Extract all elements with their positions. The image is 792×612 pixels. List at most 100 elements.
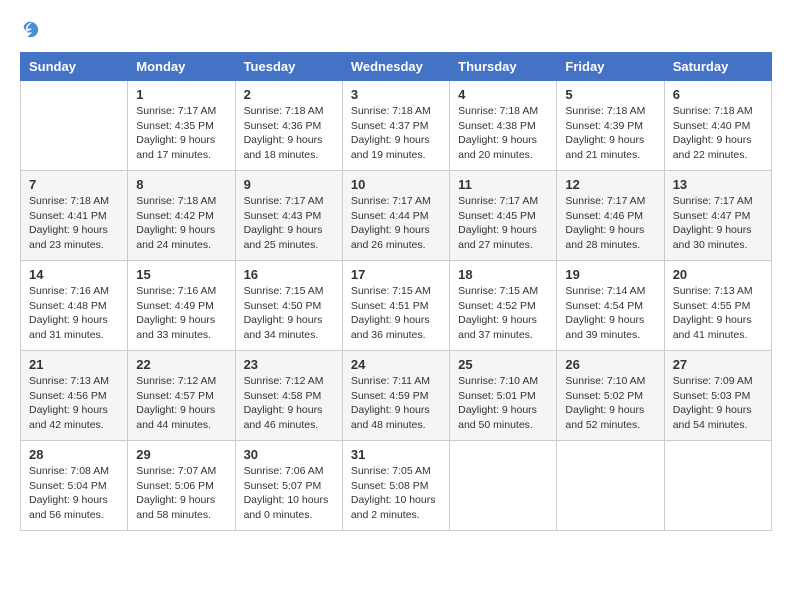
- day-number: 5: [565, 87, 655, 102]
- day-detail: Sunrise: 7:15 AM Sunset: 4:52 PM Dayligh…: [458, 284, 548, 343]
- header-row: SundayMondayTuesdayWednesdayThursdayFrid…: [21, 53, 772, 81]
- day-cell: 6 Sunrise: 7:18 AM Sunset: 4:40 PM Daylig…: [664, 81, 771, 171]
- day-cell: 12Sunrise: 7:17 AM Sunset: 4:46 PM Dayli…: [557, 171, 664, 261]
- day-cell: 7 Sunrise: 7:18 AM Sunset: 4:41 PM Daylig…: [21, 171, 128, 261]
- day-detail: Sunrise: 7:18 AM Sunset: 4:39 PM Dayligh…: [565, 104, 655, 163]
- day-detail: Sunrise: 7:11 AM Sunset: 4:59 PM Dayligh…: [351, 374, 441, 433]
- day-detail: Sunrise: 7:10 AM Sunset: 5:01 PM Dayligh…: [458, 374, 548, 433]
- week-row-1: 1 Sunrise: 7:17 AM Sunset: 4:35 PM Daylig…: [21, 81, 772, 171]
- day-cell: 2 Sunrise: 7:18 AM Sunset: 4:36 PM Daylig…: [235, 81, 342, 171]
- day-number: 21: [29, 357, 119, 372]
- day-cell: 28Sunrise: 7:08 AM Sunset: 5:04 PM Dayli…: [21, 441, 128, 531]
- day-detail: Sunrise: 7:17 AM Sunset: 4:45 PM Dayligh…: [458, 194, 548, 253]
- day-cell: [450, 441, 557, 531]
- day-cell: [21, 81, 128, 171]
- day-cell: 3Sunrise: 7:18 AM Sunset: 4:37 PM Daylig…: [342, 81, 449, 171]
- week-row-2: 7 Sunrise: 7:18 AM Sunset: 4:41 PM Daylig…: [21, 171, 772, 261]
- day-detail: Sunrise: 7:06 AM Sunset: 5:07 PM Dayligh…: [244, 464, 334, 523]
- day-cell: 17Sunrise: 7:15 AM Sunset: 4:51 PM Dayli…: [342, 261, 449, 351]
- day-cell: 21 Sunrise: 7:13 AM Sunset: 4:56 PM Dayli…: [21, 351, 128, 441]
- day-detail: Sunrise: 7:13 AM Sunset: 4:55 PM Dayligh…: [673, 284, 763, 343]
- day-number: 6: [673, 87, 763, 102]
- day-number: 23: [244, 357, 334, 372]
- day-detail: Sunrise: 7:17 AM Sunset: 4:43 PM Dayligh…: [244, 194, 334, 253]
- day-detail: Sunrise: 7:07 AM Sunset: 5:06 PM Dayligh…: [136, 464, 226, 523]
- day-number: 7: [29, 177, 119, 192]
- day-detail: Sunrise: 7:17 AM Sunset: 4:44 PM Dayligh…: [351, 194, 441, 253]
- day-cell: 24 Sunrise: 7:11 AM Sunset: 4:59 PM Dayli…: [342, 351, 449, 441]
- day-number: 24: [351, 357, 441, 372]
- week-row-4: 21 Sunrise: 7:13 AM Sunset: 4:56 PM Dayli…: [21, 351, 772, 441]
- day-number: 22: [136, 357, 226, 372]
- day-number: 10: [351, 177, 441, 192]
- calendar-table: SundayMondayTuesdayWednesdayThursdayFrid…: [20, 52, 772, 531]
- day-detail: Sunrise: 7:18 AM Sunset: 4:41 PM Dayligh…: [29, 194, 119, 253]
- day-number: 9: [244, 177, 334, 192]
- day-detail: Sunrise: 7:16 AM Sunset: 4:48 PM Dayligh…: [29, 284, 119, 343]
- day-cell: 5 Sunrise: 7:18 AM Sunset: 4:39 PM Daylig…: [557, 81, 664, 171]
- day-number: 2: [244, 87, 334, 102]
- day-number: 31: [351, 447, 441, 462]
- day-detail: Sunrise: 7:16 AM Sunset: 4:49 PM Dayligh…: [136, 284, 226, 343]
- day-cell: 11 Sunrise: 7:17 AM Sunset: 4:45 PM Dayli…: [450, 171, 557, 261]
- day-detail: Sunrise: 7:18 AM Sunset: 4:38 PM Dayligh…: [458, 104, 548, 163]
- day-cell: 14 Sunrise: 7:16 AM Sunset: 4:48 PM Dayli…: [21, 261, 128, 351]
- day-number: 4: [458, 87, 548, 102]
- day-detail: Sunrise: 7:18 AM Sunset: 4:40 PM Dayligh…: [673, 104, 763, 163]
- day-cell: 10 Sunrise: 7:17 AM Sunset: 4:44 PM Dayli…: [342, 171, 449, 261]
- day-number: 1: [136, 87, 226, 102]
- week-row-3: 14 Sunrise: 7:16 AM Sunset: 4:48 PM Dayli…: [21, 261, 772, 351]
- day-number: 13: [673, 177, 763, 192]
- day-detail: Sunrise: 7:17 AM Sunset: 4:35 PM Dayligh…: [136, 104, 226, 163]
- day-cell: 19 Sunrise: 7:14 AM Sunset: 4:54 PM Dayli…: [557, 261, 664, 351]
- logo-bird-icon: [21, 20, 43, 42]
- day-cell: 13 Sunrise: 7:17 AM Sunset: 4:47 PM Dayli…: [664, 171, 771, 261]
- day-cell: 23Sunrise: 7:12 AM Sunset: 4:58 PM Dayli…: [235, 351, 342, 441]
- day-cell: 1 Sunrise: 7:17 AM Sunset: 4:35 PM Daylig…: [128, 81, 235, 171]
- day-cell: 9 Sunrise: 7:17 AM Sunset: 4:43 PM Daylig…: [235, 171, 342, 261]
- day-number: 20: [673, 267, 763, 282]
- day-cell: 27 Sunrise: 7:09 AM Sunset: 5:03 PM Dayli…: [664, 351, 771, 441]
- day-number: 11: [458, 177, 548, 192]
- day-detail: Sunrise: 7:17 AM Sunset: 4:46 PM Dayligh…: [565, 194, 655, 253]
- day-cell: 25 Sunrise: 7:10 AM Sunset: 5:01 PM Dayli…: [450, 351, 557, 441]
- day-detail: Sunrise: 7:10 AM Sunset: 5:02 PM Dayligh…: [565, 374, 655, 433]
- day-cell: 26 Sunrise: 7:10 AM Sunset: 5:02 PM Dayli…: [557, 351, 664, 441]
- day-number: 25: [458, 357, 548, 372]
- day-detail: Sunrise: 7:13 AM Sunset: 4:56 PM Dayligh…: [29, 374, 119, 433]
- day-detail: Sunrise: 7:12 AM Sunset: 4:57 PM Dayligh…: [136, 374, 226, 433]
- day-detail: Sunrise: 7:05 AM Sunset: 5:08 PM Dayligh…: [351, 464, 441, 523]
- day-number: 14: [29, 267, 119, 282]
- day-detail: Sunrise: 7:08 AM Sunset: 5:04 PM Dayligh…: [29, 464, 119, 523]
- header-wednesday: Wednesday: [342, 53, 449, 81]
- day-cell: [664, 441, 771, 531]
- logo: [20, 20, 44, 42]
- day-detail: Sunrise: 7:17 AM Sunset: 4:47 PM Dayligh…: [673, 194, 763, 253]
- day-number: 29: [136, 447, 226, 462]
- day-cell: 18 Sunrise: 7:15 AM Sunset: 4:52 PM Dayli…: [450, 261, 557, 351]
- day-number: 8: [136, 177, 226, 192]
- calendar-header: SundayMondayTuesdayWednesdayThursdayFrid…: [21, 53, 772, 81]
- day-cell: 8Sunrise: 7:18 AM Sunset: 4:42 PM Daylig…: [128, 171, 235, 261]
- day-detail: Sunrise: 7:15 AM Sunset: 4:50 PM Dayligh…: [244, 284, 334, 343]
- day-detail: Sunrise: 7:18 AM Sunset: 4:36 PM Dayligh…: [244, 104, 334, 163]
- day-number: 17: [351, 267, 441, 282]
- day-cell: 20 Sunrise: 7:13 AM Sunset: 4:55 PM Dayli…: [664, 261, 771, 351]
- day-detail: Sunrise: 7:14 AM Sunset: 4:54 PM Dayligh…: [565, 284, 655, 343]
- day-detail: Sunrise: 7:09 AM Sunset: 5:03 PM Dayligh…: [673, 374, 763, 433]
- day-cell: 30Sunrise: 7:06 AM Sunset: 5:07 PM Dayli…: [235, 441, 342, 531]
- day-number: 26: [565, 357, 655, 372]
- header-friday: Friday: [557, 53, 664, 81]
- day-cell: 4 Sunrise: 7:18 AM Sunset: 4:38 PM Daylig…: [450, 81, 557, 171]
- header-monday: Monday: [128, 53, 235, 81]
- day-number: 18: [458, 267, 548, 282]
- header-saturday: Saturday: [664, 53, 771, 81]
- page-header: [20, 20, 772, 42]
- calendar-body: 1 Sunrise: 7:17 AM Sunset: 4:35 PM Daylig…: [21, 81, 772, 531]
- day-cell: 31 Sunrise: 7:05 AM Sunset: 5:08 PM Dayli…: [342, 441, 449, 531]
- day-number: 27: [673, 357, 763, 372]
- week-row-5: 28Sunrise: 7:08 AM Sunset: 5:04 PM Dayli…: [21, 441, 772, 531]
- day-cell: 22 Sunrise: 7:12 AM Sunset: 4:57 PM Dayli…: [128, 351, 235, 441]
- day-number: 19: [565, 267, 655, 282]
- day-number: 15: [136, 267, 226, 282]
